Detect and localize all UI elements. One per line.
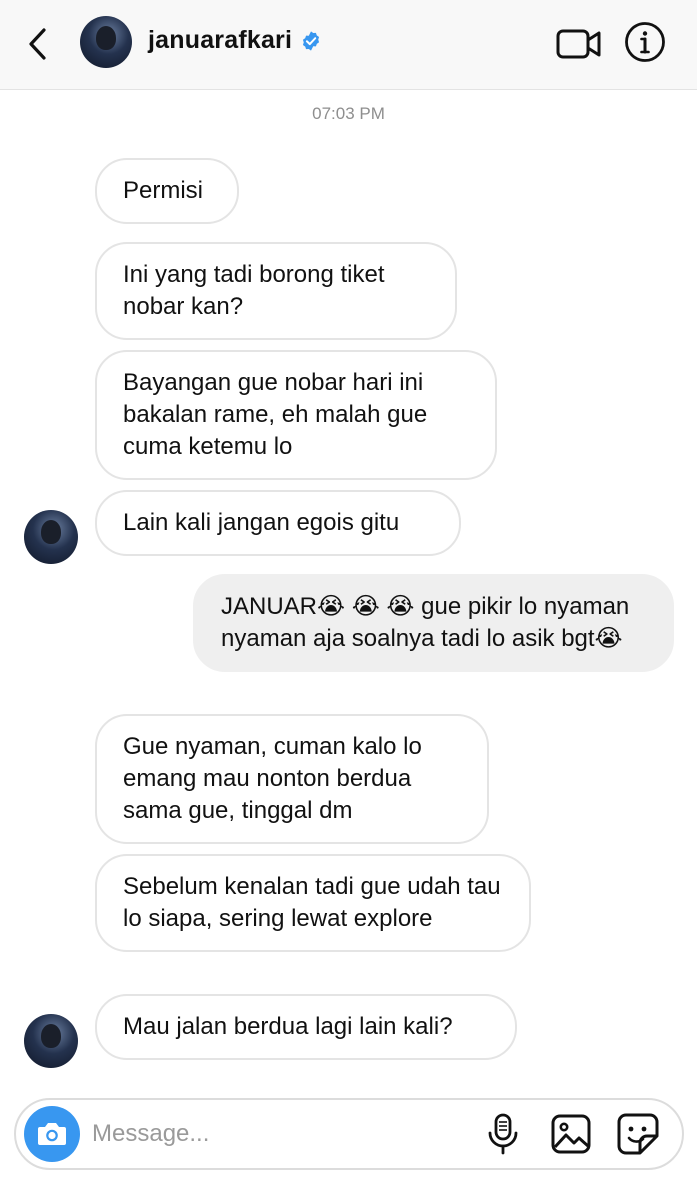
chat-header: januarafkari [0, 0, 697, 90]
sticker-icon[interactable] [616, 1112, 660, 1156]
username-wrap[interactable]: januarafkari [148, 26, 322, 55]
info-icon[interactable] [624, 21, 666, 63]
message-bubble-incoming[interactable]: Permisi [95, 158, 239, 224]
gallery-icon[interactable] [550, 1113, 592, 1155]
message-bubble-incoming[interactable]: Bayangan gue nobar hari ini bakalan rame… [95, 350, 497, 480]
message-bubble-incoming[interactable]: Sebelum kenalan tadi gue udah tau lo sia… [95, 854, 531, 952]
message-bubble-incoming[interactable]: Mau jalan berdua lagi lain kali? [95, 994, 517, 1060]
microphone-icon[interactable] [486, 1112, 520, 1156]
sender-avatar[interactable] [24, 510, 78, 564]
message-composer [14, 1098, 684, 1170]
camera-icon [38, 1123, 66, 1145]
verified-badge-icon [303, 30, 320, 51]
message-bubble-outgoing[interactable]: JANUAR😭 😭 😭 gue pikir lo nyaman nyaman a… [193, 574, 674, 672]
video-call-icon[interactable] [556, 24, 602, 64]
sender-avatar[interactable] [24, 1014, 78, 1068]
camera-button[interactable] [24, 1106, 80, 1162]
message-timestamp: 07:03 PM [312, 104, 385, 123]
profile-avatar[interactable] [80, 16, 132, 68]
message-bubble-incoming[interactable]: Ini yang tadi borong tiket nobar kan? [95, 242, 457, 340]
message-input[interactable] [92, 1114, 472, 1154]
message-bubble-incoming[interactable]: Lain kali jangan egois gitu [95, 490, 461, 556]
message-bubble-incoming[interactable]: Gue nyaman, cuman kalo lo emang mau nont… [95, 714, 489, 844]
back-chevron-icon[interactable] [22, 24, 54, 64]
username[interactable]: januarafkari [148, 26, 292, 55]
